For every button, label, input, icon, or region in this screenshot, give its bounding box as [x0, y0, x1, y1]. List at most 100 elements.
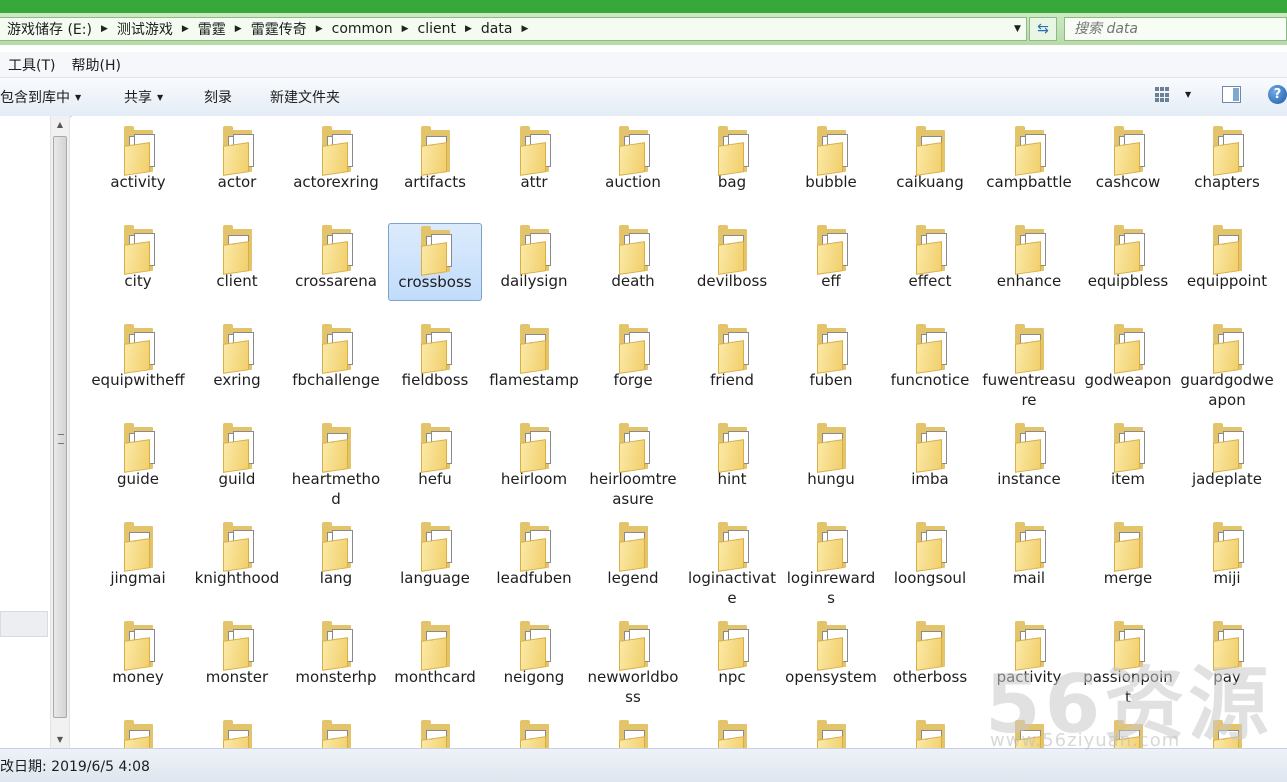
- folder-item[interactable]: crossarena: [289, 223, 383, 301]
- scroll-down-icon[interactable]: ▼: [51, 735, 69, 744]
- folder-item[interactable]: hint: [685, 421, 779, 499]
- address-dropdown-icon[interactable]: ▼: [1008, 17, 1027, 41]
- folder-item[interactable]: fuwentreasure: [982, 322, 1076, 409]
- folder-item[interactable]: hungu: [784, 421, 878, 499]
- folder-item[interactable]: [190, 718, 284, 748]
- breadcrumb-arrow-icon[interactable]: ▶: [519, 24, 530, 34]
- navigation-pane[interactable]: [0, 116, 50, 748]
- breadcrumb-item[interactable]: 雷霆传奇 ▶: [244, 19, 325, 39]
- address-bar[interactable]: 游戏储存 (E:) ▶ 测试游戏 ▶ 雷霆 ▶ 雷霆传奇 ▶ common ▶ client ▶ dat…: [0, 17, 1027, 41]
- breadcrumb-item[interactable]: client ▶: [411, 21, 474, 37]
- folder-item[interactable]: monthcard: [388, 619, 482, 697]
- folder-item[interactable]: monster: [190, 619, 284, 697]
- folder-item[interactable]: cashcow: [1081, 124, 1175, 202]
- folder-item[interactable]: newworldboss: [586, 619, 680, 706]
- share-button[interactable]: 共享 ▼: [124, 87, 163, 107]
- breadcrumb-arrow-icon[interactable]: ▶: [180, 24, 191, 34]
- folder-item[interactable]: knighthood: [190, 520, 284, 598]
- folder-item[interactable]: hefu: [388, 421, 482, 499]
- folder-item[interactable]: jadeplate: [1180, 421, 1274, 499]
- folder-item[interactable]: guide: [91, 421, 185, 499]
- view-options-icon[interactable]: [1155, 87, 1171, 103]
- folder-item[interactable]: city: [91, 223, 185, 301]
- view-dropdown-icon[interactable]: ▼: [1185, 90, 1191, 99]
- folder-item[interactable]: leadfuben: [487, 520, 581, 598]
- folder-item[interactable]: merge: [1081, 520, 1175, 598]
- folder-item[interactable]: [784, 718, 878, 748]
- folder-item[interactable]: [289, 718, 383, 748]
- folder-item[interactable]: attr: [487, 124, 581, 202]
- breadcrumb-arrow-icon[interactable]: ▶: [463, 24, 474, 34]
- folder-item[interactable]: [586, 718, 680, 748]
- folder-item[interactable]: auction: [586, 124, 680, 202]
- folder-item[interactable]: effect: [883, 223, 977, 301]
- refresh-icon[interactable]: ⇆: [1029, 17, 1057, 41]
- folder-item[interactable]: neigong: [487, 619, 581, 697]
- breadcrumb-item[interactable]: data ▶: [474, 21, 530, 37]
- folder-item[interactable]: equipbless: [1081, 223, 1175, 301]
- folder-item[interactable]: campbattle: [982, 124, 1076, 202]
- folder-item[interactable]: money: [91, 619, 185, 697]
- breadcrumb-arrow-icon[interactable]: ▶: [233, 24, 244, 34]
- folder-item[interactable]: mail: [982, 520, 1076, 598]
- menu-item[interactable]: 工具(T): [0, 55, 63, 75]
- folder-item[interactable]: loginrewards: [784, 520, 878, 607]
- breadcrumb-arrow-icon[interactable]: ▶: [314, 24, 325, 34]
- folder-item[interactable]: crossboss: [388, 223, 482, 301]
- folder-item[interactable]: [91, 718, 185, 748]
- folder-item[interactable]: legend: [586, 520, 680, 598]
- folder-item[interactable]: guild: [190, 421, 284, 499]
- menu-item[interactable]: 帮助(H): [63, 55, 128, 75]
- folder-item[interactable]: eff: [784, 223, 878, 301]
- folder-item[interactable]: forge: [586, 322, 680, 400]
- folder-item[interactable]: actorexring: [289, 124, 383, 202]
- folder-item[interactable]: chapters: [1180, 124, 1274, 202]
- burn-button[interactable]: 刻录: [204, 87, 232, 107]
- folder-item[interactable]: dailysign: [487, 223, 581, 301]
- help-icon[interactable]: ?: [1268, 85, 1287, 104]
- folder-item[interactable]: fbchallenge: [289, 322, 383, 400]
- folder-item[interactable]: fieldboss: [388, 322, 482, 400]
- include-in-library-button[interactable]: 包含到库中 ▼: [0, 87, 81, 107]
- preview-pane-icon[interactable]: [1222, 86, 1241, 103]
- scroll-up-icon[interactable]: ▲: [51, 120, 69, 129]
- folder-item[interactable]: [685, 718, 779, 748]
- folder-item[interactable]: godweapon: [1081, 322, 1175, 400]
- folder-item[interactable]: loongsoul: [883, 520, 977, 598]
- folder-item[interactable]: caikuang: [883, 124, 977, 202]
- folder-item[interactable]: exring: [190, 322, 284, 400]
- search-box[interactable]: [1064, 17, 1287, 41]
- folder-item[interactable]: opensystem: [784, 619, 878, 697]
- nav-scrollbar[interactable]: ▲ ▼: [50, 116, 70, 748]
- folder-item[interactable]: jingmai: [91, 520, 185, 598]
- new-folder-button[interactable]: 新建文件夹: [270, 87, 340, 107]
- folder-item[interactable]: enhance: [982, 223, 1076, 301]
- folder-item[interactable]: miji: [1180, 520, 1274, 598]
- nav-selected-item[interactable]: [0, 611, 48, 637]
- folder-item[interactable]: npc: [685, 619, 779, 697]
- folder-item[interactable]: heirloomtreasure: [586, 421, 680, 508]
- folder-item[interactable]: item: [1081, 421, 1175, 499]
- folder-item[interactable]: fuben: [784, 322, 878, 400]
- breadcrumb-item[interactable]: 雷霆 ▶: [191, 19, 244, 39]
- breadcrumb-item[interactable]: common ▶: [325, 21, 411, 37]
- folder-item[interactable]: funcnotice: [883, 322, 977, 400]
- folder-item[interactable]: equippoint: [1180, 223, 1274, 301]
- breadcrumb-item[interactable]: 游戏储存 (E:) ▶: [0, 19, 110, 39]
- folder-item[interactable]: imba: [883, 421, 977, 499]
- folder-item[interactable]: otherboss: [883, 619, 977, 697]
- folder-item[interactable]: death: [586, 223, 680, 301]
- breadcrumb-item[interactable]: 测试游戏 ▶: [110, 19, 191, 39]
- folder-item[interactable]: instance: [982, 421, 1076, 499]
- breadcrumb-arrow-icon[interactable]: ▶: [400, 24, 411, 34]
- folder-item[interactable]: friend: [685, 322, 779, 400]
- folder-item[interactable]: bubble: [784, 124, 878, 202]
- folder-item[interactable]: monsterhp: [289, 619, 383, 697]
- folder-item[interactable]: [487, 718, 581, 748]
- breadcrumb-arrow-icon[interactable]: ▶: [99, 24, 110, 34]
- folder-item[interactable]: client: [190, 223, 284, 301]
- folder-item[interactable]: artifacts: [388, 124, 482, 202]
- folder-item[interactable]: guardgodweapon: [1180, 322, 1274, 409]
- folder-item[interactable]: language: [388, 520, 482, 598]
- scroll-thumb[interactable]: [53, 136, 67, 718]
